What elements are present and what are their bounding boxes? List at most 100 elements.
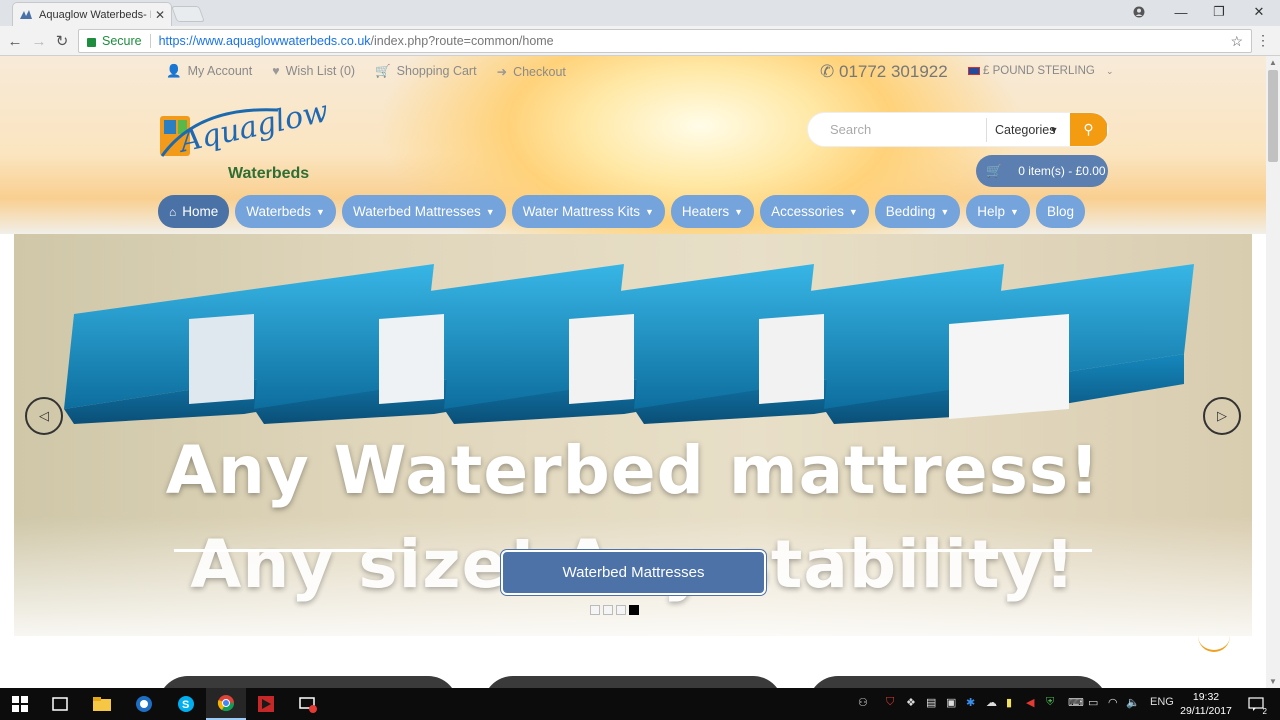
slide-dot[interactable]: [590, 605, 600, 615]
my-account-label: My Account: [187, 64, 253, 78]
dropdown-caret-icon: ▼: [1049, 124, 1059, 135]
svg-text:Waterbeds: Waterbeds: [228, 165, 309, 182]
category-tile[interactable]: [808, 676, 1108, 688]
security-shield-icon[interactable]: ⛉: [886, 696, 894, 709]
nav-label: Waterbed Mattresses: [352, 204, 481, 219]
chrome-icon[interactable]: [206, 688, 246, 720]
checkout-arrow-icon: ➜: [496, 65, 508, 79]
scroll-thumb[interactable]: [1268, 70, 1278, 162]
phone-text: 01772 301922: [838, 62, 948, 81]
currency-selector[interactable]: £ POUND STERLING ⌄: [968, 65, 1114, 77]
scroll-up-icon[interactable]: ▲: [1269, 58, 1277, 67]
checkout-link[interactable]: ➜ Checkout: [497, 64, 566, 79]
flag-icon[interactable]: ◀: [1026, 696, 1034, 709]
browser-menu-icon[interactable]: ⋮: [1256, 32, 1270, 49]
site-header: 👤 My Account ♥ Wish List (0) 🛒 Shopping Car…: [0, 56, 1266, 234]
wish-list-link[interactable]: ♥ Wish List (0): [272, 64, 355, 79]
people-icon[interactable]: ⚇: [858, 696, 868, 709]
my-account-link[interactable]: 👤 My Account: [166, 64, 252, 79]
nav-label: Help: [977, 204, 1006, 219]
dropbox-icon[interactable]: ❖: [906, 696, 916, 709]
page-scrollbar[interactable]: ▲ ▼: [1266, 56, 1280, 688]
new-tab-button[interactable]: [171, 6, 205, 22]
nav-bedding[interactable]: Bedding ▼: [874, 195, 961, 228]
bookmark-star-icon[interactable]: ☆: [1230, 33, 1243, 50]
reload-icon[interactable]: ↻: [51, 30, 73, 52]
forward-arrow-icon[interactable]: →: [28, 30, 50, 52]
browser-tab[interactable]: Aquaglow Waterbeds- N ✕: [12, 2, 172, 26]
bluetooth-icon[interactable]: ✱: [966, 696, 975, 709]
search-input[interactable]: [808, 113, 986, 146]
clock-date: 29/11/2017: [1180, 705, 1232, 717]
category-label: Categories: [995, 122, 1056, 137]
browser-tab-bar: Aquaglow Waterbeds- N ✕ — ❐ ✕: [0, 0, 1280, 26]
back-arrow-icon[interactable]: ←: [4, 30, 26, 52]
slider-prev-icon[interactable]: ◁: [25, 397, 63, 435]
currency-label: £ POUND STERLING: [983, 65, 1095, 77]
cloud-icon[interactable]: ☁: [986, 696, 997, 709]
url-path: /index.php?route=common/home: [370, 34, 554, 48]
maximize-icon[interactable]: ❐: [1200, 0, 1238, 24]
cart-summary: 0 item(s) - £0.00: [1018, 164, 1106, 178]
nav-heaters[interactable]: Heaters ▼: [670, 195, 755, 228]
profile-icon[interactable]: [1120, 0, 1158, 24]
nav-home[interactable]: ⌂ Home: [158, 195, 230, 228]
category-tile[interactable]: [158, 676, 458, 688]
category-tile[interactable]: [483, 676, 783, 688]
address-bar[interactable]: Secure https://www.aquaglowwaterbeds.co.…: [78, 29, 1252, 53]
system-clock[interactable]: 19:32 29/11/2017: [1178, 690, 1234, 718]
shield-check-icon[interactable]: ⛨: [1046, 696, 1054, 709]
nav-help[interactable]: Help ▼: [966, 195, 1030, 228]
scroll-down-icon[interactable]: ▼: [1269, 677, 1277, 686]
browser-toolbar: ← → ↻ Secure https://www.aquaglowwaterbe…: [0, 26, 1280, 56]
home-icon: ⌂: [169, 204, 177, 219]
shopping-cart-label: Shopping Cart: [396, 64, 477, 78]
checkout-label: Checkout: [513, 65, 566, 79]
close-window-icon[interactable]: ✕: [1240, 0, 1278, 24]
skype-icon[interactable]: S: [166, 688, 206, 720]
minimize-icon[interactable]: —: [1162, 0, 1200, 24]
action-center-icon[interactable]: 2: [1238, 688, 1274, 720]
tray-app-icon[interactable]: ▤: [926, 696, 936, 709]
category-select[interactable]: Categories ▼: [986, 117, 1070, 142]
media-app-icon[interactable]: [246, 688, 286, 720]
slide-dot-active[interactable]: [629, 605, 639, 615]
volume-icon[interactable]: 🔈: [1126, 696, 1140, 709]
user-icon: 👤: [166, 64, 182, 78]
nav-label: Accessories: [771, 204, 844, 219]
slide-dot[interactable]: [603, 605, 613, 615]
close-tab-icon[interactable]: ✕: [155, 8, 165, 22]
waterbed-mattresses-button[interactable]: Waterbed Mattresses: [501, 550, 766, 595]
clock-time: 19:32: [1192, 691, 1220, 703]
task-view-icon[interactable]: [40, 688, 80, 720]
search-button[interactable]: ⚲: [1070, 113, 1107, 146]
windows-start-icon[interactable]: [0, 688, 40, 720]
cart-button[interactable]: 🛒 0 item(s) - £0.00: [976, 155, 1108, 187]
wifi-icon[interactable]: ◠: [1108, 696, 1118, 709]
slider-next-icon[interactable]: ▷: [1203, 397, 1241, 435]
notes-icon[interactable]: ▮: [1006, 696, 1012, 709]
hero-slider: Any Waterbed mattress! Any size! Any sta…: [14, 234, 1252, 636]
nav-water-mattress-kits[interactable]: Water Mattress Kits ▼: [511, 195, 665, 228]
keyboard-icon[interactable]: ⌨: [1068, 696, 1084, 709]
chevron-down-icon: ▼: [485, 206, 495, 217]
lock-icon: [87, 37, 96, 47]
aquaglow-logo[interactable]: Aquaglow Waterbeds: [158, 96, 328, 186]
cart-icon: 🛒: [986, 163, 1003, 178]
main-nav: ⌂ Home Waterbeds ▼ Waterbed Mattresses ▼ Wa…: [158, 195, 1085, 228]
search-icon: ⚲: [1083, 121, 1094, 137]
nav-accessories[interactable]: Accessories ▼: [760, 195, 869, 228]
nav-blog[interactable]: Blog: [1035, 195, 1085, 228]
screen-recorder-icon[interactable]: [288, 688, 328, 720]
nav-waterbed-mattresses[interactable]: Waterbed Mattresses ▼: [341, 195, 506, 228]
file-explorer-icon[interactable]: [82, 688, 122, 720]
nav-label: Blog: [1046, 204, 1074, 219]
nav-label: Home: [182, 204, 219, 219]
network-share-icon[interactable]: ▣: [946, 696, 956, 709]
shopping-cart-link[interactable]: 🛒 Shopping Cart: [375, 64, 477, 79]
slide-dot[interactable]: [616, 605, 626, 615]
outlook-icon[interactable]: [124, 688, 164, 720]
nav-waterbeds[interactable]: Waterbeds ▼: [235, 195, 336, 228]
battery-icon[interactable]: ▭: [1088, 696, 1098, 709]
language-indicator[interactable]: ENG: [1150, 696, 1174, 708]
